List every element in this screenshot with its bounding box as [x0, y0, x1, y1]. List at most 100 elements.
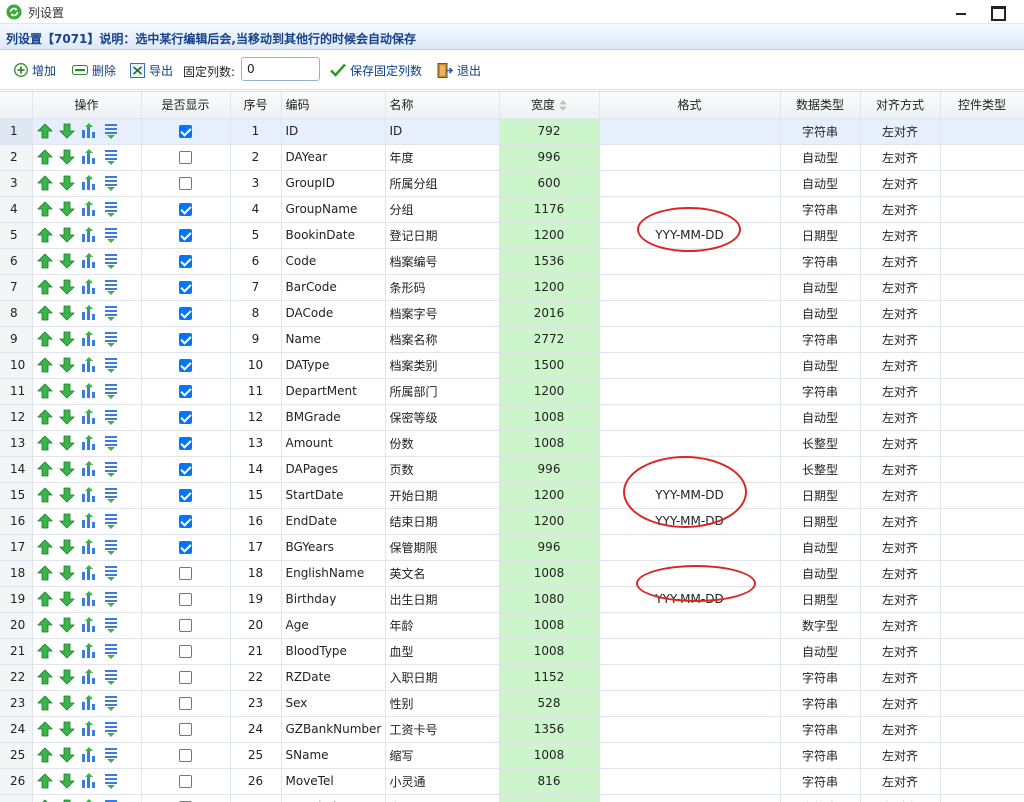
width-cell[interactable]: 1008 — [499, 560, 600, 587]
format-cell[interactable] — [599, 716, 781, 743]
seq-cell[interactable]: 12 — [230, 404, 282, 431]
dtype-cell[interactable]: 自动型 — [780, 274, 861, 301]
move-bottom-icon[interactable] — [103, 617, 119, 633]
header-code[interactable]: 编码 — [281, 92, 386, 119]
table-row[interactable]: 5 5 BookinDate 登记日期 1200 YYY-MM-DD 日期型 左对齐 — [0, 222, 1024, 249]
seq-cell[interactable]: 7 — [230, 274, 282, 301]
code-cell[interactable]: RZDate — [281, 664, 386, 691]
dtype-cell[interactable]: 字符串 — [780, 768, 861, 795]
visible-checkbox[interactable] — [179, 645, 192, 658]
visible-checkbox[interactable] — [179, 437, 192, 450]
maximize-button[interactable] — [986, 2, 1008, 22]
control-cell[interactable] — [940, 586, 1024, 613]
align-cell[interactable]: 左对齐 — [860, 378, 941, 405]
width-cell[interactable]: 996 — [499, 144, 600, 171]
header-ops[interactable]: 操作 — [32, 92, 142, 119]
code-cell[interactable]: DAPages — [281, 456, 386, 483]
move-top-icon[interactable] — [81, 487, 97, 503]
move-bottom-icon[interactable] — [103, 175, 119, 191]
delete-button[interactable]: 删除 — [72, 61, 116, 79]
move-top-icon[interactable] — [81, 383, 97, 399]
seq-cell[interactable]: 13 — [230, 430, 282, 457]
header-visible[interactable]: 是否显示 — [141, 92, 231, 119]
control-cell[interactable] — [940, 534, 1024, 561]
visible-checkbox[interactable] — [179, 203, 192, 216]
name-cell[interactable]: 保管期限 — [385, 534, 500, 561]
visible-checkbox[interactable] — [179, 541, 192, 554]
dtype-cell[interactable]: 长整型 — [780, 456, 861, 483]
move-bottom-icon[interactable] — [103, 695, 119, 711]
visible-checkbox[interactable] — [179, 125, 192, 138]
format-cell[interactable] — [599, 690, 781, 717]
table-row[interactable]: 17 17 BGYears 保管期限 996 自动型 左对齐 — [0, 534, 1024, 561]
align-cell[interactable]: 左对齐 — [860, 716, 941, 743]
move-bottom-icon[interactable] — [103, 227, 119, 243]
move-down-icon[interactable] — [58, 773, 75, 789]
control-cell[interactable] — [940, 248, 1024, 275]
dtype-cell[interactable]: 字符串 — [780, 326, 861, 353]
code-cell[interactable]: DAType — [281, 352, 386, 379]
seq-cell[interactable]: 22 — [230, 664, 282, 691]
seq-cell[interactable]: 4 — [230, 196, 282, 223]
control-cell[interactable] — [940, 352, 1024, 379]
width-cell[interactable]: 996 — [499, 456, 600, 483]
code-cell[interactable]: SName — [281, 742, 386, 769]
dtype-cell[interactable]: 自动型 — [780, 300, 861, 327]
header-control[interactable]: 控件类型 — [940, 92, 1024, 119]
table-row[interactable]: 22 22 RZDate 入职日期 1152 字符串 左对齐 — [0, 664, 1024, 691]
code-cell[interactable]: Amount — [281, 430, 386, 457]
visible-checkbox[interactable] — [179, 697, 192, 710]
visible-checkbox[interactable] — [179, 359, 192, 372]
code-cell[interactable]: Code — [281, 248, 386, 275]
move-up-icon[interactable] — [36, 487, 53, 503]
format-cell[interactable] — [599, 196, 781, 223]
seq-cell[interactable]: 2 — [230, 144, 282, 171]
move-up-icon[interactable] — [36, 643, 53, 659]
visible-checkbox[interactable] — [179, 229, 192, 242]
width-cell[interactable]: 600 — [499, 170, 600, 197]
name-cell[interactable]: 档案名称 — [385, 326, 500, 353]
format-cell[interactable] — [599, 742, 781, 769]
seq-cell[interactable]: 24 — [230, 716, 282, 743]
align-cell[interactable]: 左对齐 — [860, 404, 941, 431]
name-cell[interactable]: 开始日期 — [385, 482, 500, 509]
move-bottom-icon[interactable] — [103, 513, 119, 529]
control-cell[interactable] — [940, 196, 1024, 223]
seq-cell[interactable]: 16 — [230, 508, 282, 535]
move-up-icon[interactable] — [36, 513, 53, 529]
move-up-icon[interactable] — [36, 669, 53, 685]
move-up-icon[interactable] — [36, 773, 53, 789]
move-top-icon[interactable] — [81, 123, 97, 139]
format-cell[interactable] — [599, 638, 781, 665]
code-cell[interactable]: EndDate — [281, 508, 386, 535]
format-cell[interactable] — [599, 612, 781, 639]
move-up-icon[interactable] — [36, 591, 53, 607]
table-row[interactable]: 23 23 Sex 性别 528 字符串 左对齐 — [0, 690, 1024, 717]
move-bottom-icon[interactable] — [103, 435, 119, 451]
width-cell[interactable]: 1500 — [499, 352, 600, 379]
move-top-icon[interactable] — [81, 721, 97, 737]
table-row[interactable]: 3 3 GroupID 所属分组 600 自动型 左对齐 — [0, 170, 1024, 197]
visible-checkbox[interactable] — [179, 671, 192, 684]
width-cell[interactable]: 1200 — [499, 378, 600, 405]
dtype-cell[interactable]: 日期型 — [780, 482, 861, 509]
move-up-icon[interactable] — [36, 695, 53, 711]
seq-cell[interactable]: 6 — [230, 248, 282, 275]
width-cell[interactable]: 1200 — [499, 482, 600, 509]
dtype-cell[interactable]: 日期型 — [780, 222, 861, 249]
export-button[interactable]: 导出 — [130, 61, 173, 79]
move-bottom-icon[interactable] — [103, 279, 119, 295]
visible-checkbox[interactable] — [179, 775, 192, 788]
move-top-icon[interactable] — [81, 695, 97, 711]
dtype-cell[interactable]: 数字型 — [780, 612, 861, 639]
width-cell[interactable]: 1200 — [499, 222, 600, 249]
move-down-icon[interactable] — [58, 591, 75, 607]
seq-cell[interactable]: 1 — [230, 118, 282, 145]
move-up-icon[interactable] — [36, 227, 53, 243]
move-down-icon[interactable] — [58, 409, 75, 425]
move-bottom-icon[interactable] — [103, 747, 119, 763]
name-cell[interactable]: 年度 — [385, 144, 500, 171]
visible-checkbox[interactable] — [179, 151, 192, 164]
visible-checkbox[interactable] — [179, 177, 192, 190]
move-down-icon[interactable] — [58, 123, 75, 139]
